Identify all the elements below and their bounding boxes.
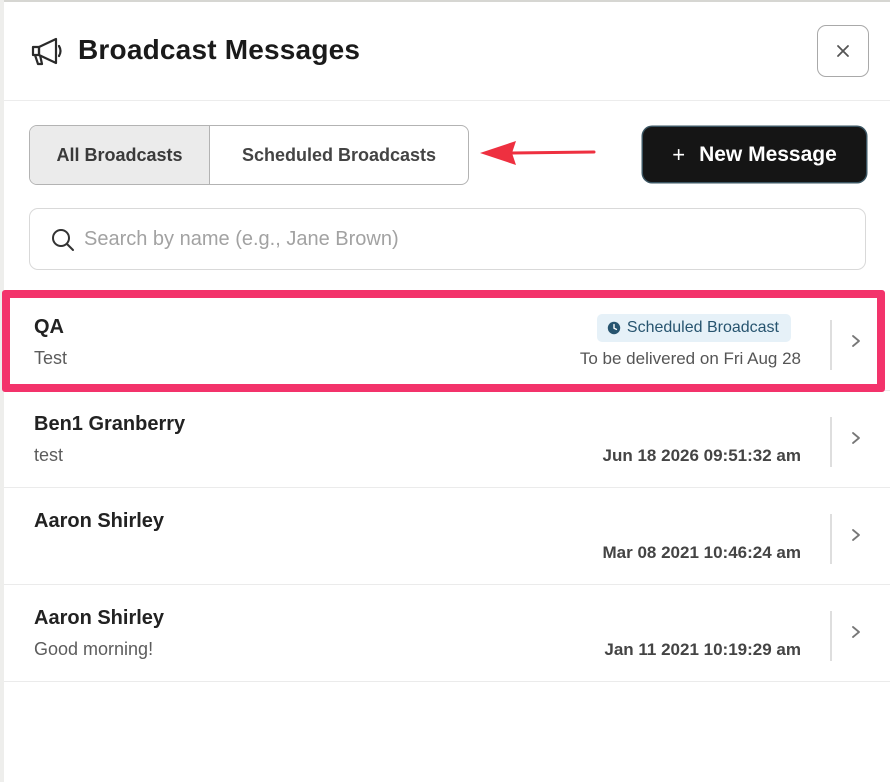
message-recipient: Aaron Shirley — [34, 510, 165, 532]
message-list: QA Test Scheduled Broadcast To be delive… — [4, 294, 890, 682]
message-timestamp: Mar 08 2021 10:46:24 am — [602, 543, 801, 562]
message-preview: Test — [34, 348, 68, 368]
search-box — [29, 208, 866, 270]
chevron-right-icon[interactable] — [850, 428, 862, 448]
message-recipient: Aaron Shirley — [34, 607, 165, 629]
new-message-button[interactable]: + New Message — [643, 127, 866, 182]
close-icon — [837, 45, 849, 57]
message-timestamp: Jun 18 2026 09:51:32 am — [602, 446, 801, 465]
row-divider — [830, 320, 832, 370]
row-divider — [830, 417, 832, 467]
broadcast-filter-tabs: All Broadcasts Scheduled Broadcasts — [29, 125, 469, 185]
search-input[interactable] — [84, 219, 824, 259]
status-badge: Scheduled Broadcast — [596, 314, 791, 342]
tab-scheduled-broadcasts[interactable]: Scheduled Broadcasts — [210, 126, 468, 184]
megaphone-icon — [31, 37, 62, 66]
panel-header: Broadcast Messages — [4, 2, 890, 101]
row-divider — [830, 514, 832, 564]
message-preview: test — [34, 445, 64, 465]
status-badge-label: Scheduled Broadcast — [626, 319, 779, 336]
delivery-date: To be delivered on Fri Aug 28 — [579, 349, 801, 368]
chevron-right-icon[interactable] — [850, 525, 862, 545]
search-icon — [52, 229, 74, 251]
page-title: Broadcast Messages — [78, 34, 361, 65]
chevron-right-icon[interactable] — [850, 622, 862, 642]
clock-icon — [607, 321, 621, 335]
plus-icon: + — [672, 141, 686, 167]
row-divider — [830, 611, 832, 661]
list-item[interactable]: Aaron Shirley Mar 08 2021 10:46:24 am — [4, 488, 890, 585]
close-button[interactable] — [817, 25, 869, 77]
chevron-right-icon[interactable] — [850, 331, 862, 351]
message-timestamp: Jan 11 2021 10:19:29 am — [604, 640, 801, 659]
annotation-arrow-icon — [480, 141, 596, 165]
list-item[interactable]: Aaron Shirley Good morning! Jan 11 2021 … — [4, 585, 890, 682]
list-item[interactable]: QA Test Scheduled Broadcast To be delive… — [4, 294, 890, 391]
tab-all-broadcasts[interactable]: All Broadcasts — [30, 126, 210, 184]
message-preview: Good morning! — [34, 639, 154, 659]
new-message-label: New Message — [699, 142, 837, 166]
message-recipient: Ben1 Granberry — [34, 413, 186, 435]
list-item[interactable]: Ben1 Granberry test Jun 18 2026 09:51:32… — [4, 391, 890, 488]
message-recipient: QA — [34, 316, 64, 338]
